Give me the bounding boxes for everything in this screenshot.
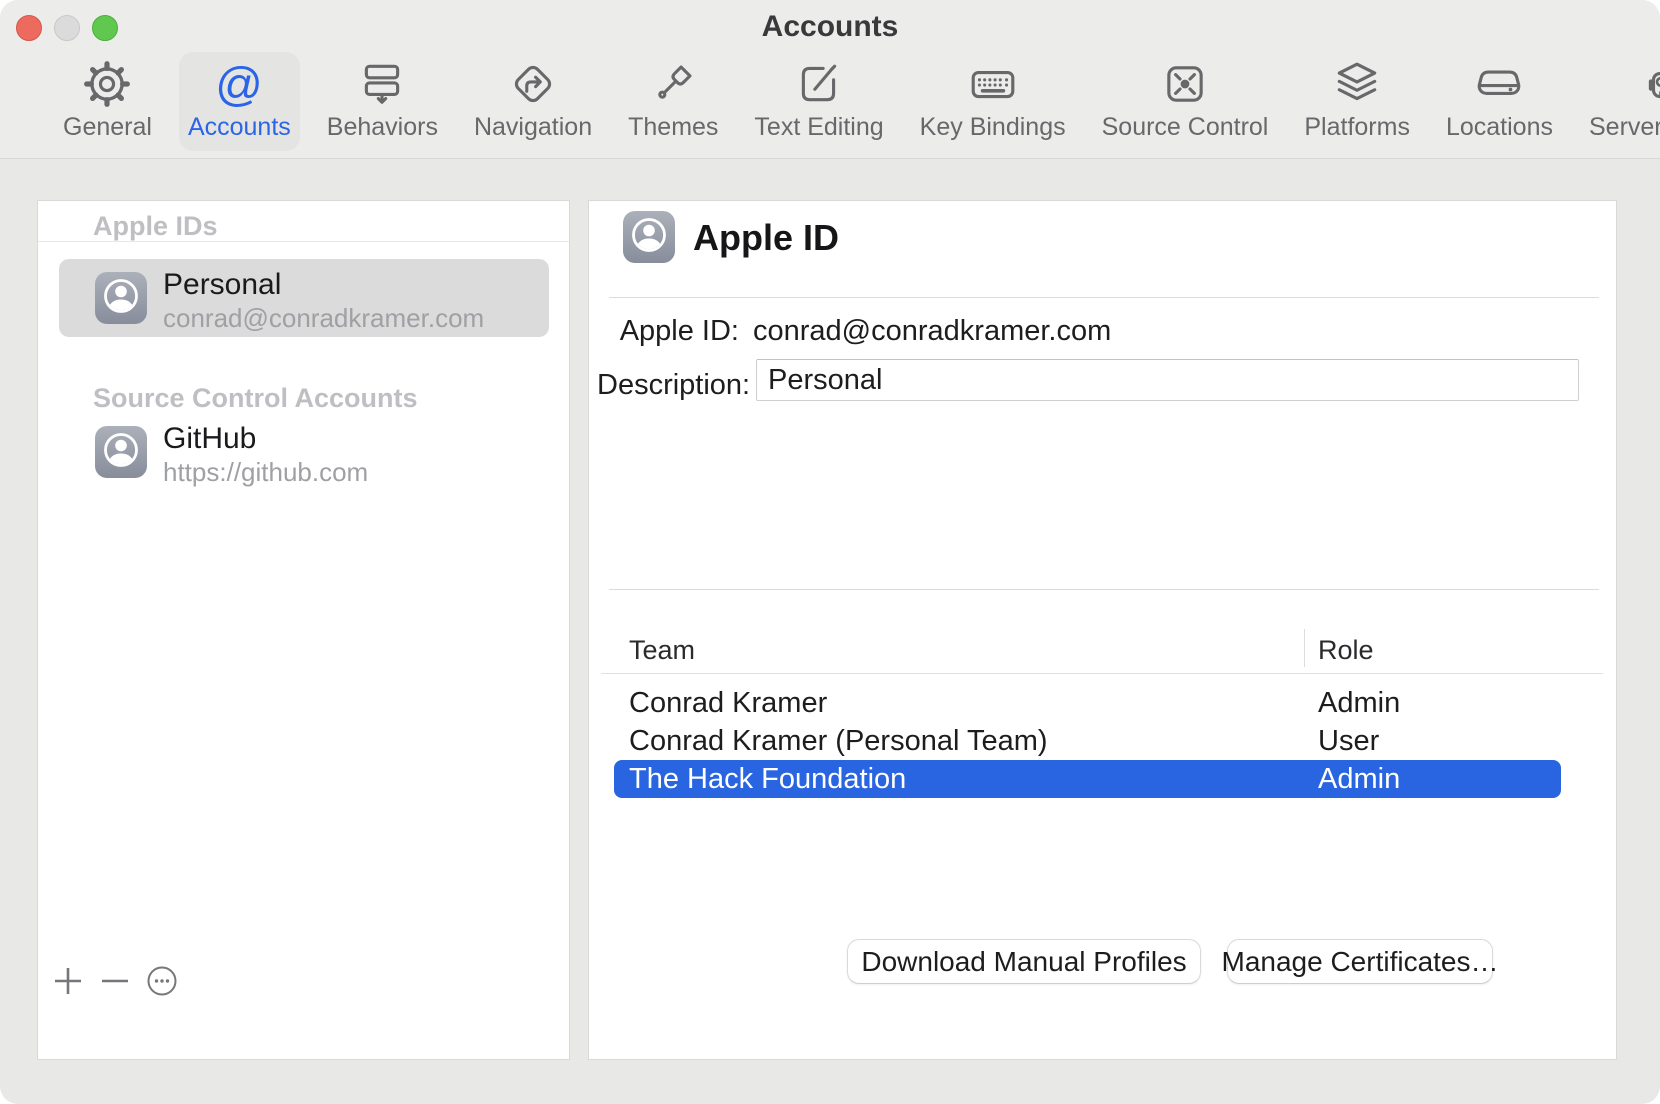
tab-label: Platforms (1304, 113, 1410, 142)
text-editing-icon (794, 59, 844, 109)
account-avatar-icon (95, 426, 147, 478)
source-control-icon (1160, 59, 1210, 109)
description-label: Description: (597, 369, 739, 402)
gear-icon (82, 59, 132, 109)
account-email: conrad@conradkramer.com (163, 303, 484, 334)
tab-label: Key Bindings (920, 113, 1066, 142)
role-cell: Admin (1318, 763, 1400, 796)
account-avatar-icon (95, 272, 147, 324)
apple-id-avatar-icon (623, 211, 675, 263)
xcode-settings-window: Accounts General (0, 0, 1660, 1104)
tab-accounts[interactable]: @ Accounts (179, 52, 300, 151)
divider (609, 297, 1599, 298)
layers-icon (1332, 59, 1382, 109)
accounts-sidebar: Apple IDs Personal conrad@conradkramer.c… (37, 200, 570, 1060)
tab-label: Accounts (188, 113, 291, 142)
column-header-role[interactable]: Role (1318, 635, 1374, 666)
tab-key-bindings[interactable]: Key Bindings (911, 52, 1075, 151)
tab-label: Themes (628, 113, 718, 142)
tab-server-bots[interactable]: Server & Bots (1580, 52, 1660, 151)
tab-label: Source Control (1102, 113, 1269, 142)
sidebar-actions (46, 959, 184, 1003)
drive-icon (1474, 59, 1524, 109)
account-name: GitHub (163, 422, 256, 456)
sidebar-section-apple-ids: Apple IDs (93, 211, 218, 242)
tab-label: Navigation (474, 113, 592, 142)
sidebar-section-source-control: Source Control Accounts (93, 383, 418, 414)
tab-source-control[interactable]: Source Control (1093, 52, 1278, 151)
settings-tab-bar: General @ Accounts Behaviors (54, 52, 1650, 151)
ellipsis-circle-icon (146, 965, 178, 997)
navigation-icon (508, 59, 558, 109)
more-options-button[interactable] (140, 959, 184, 1003)
account-name: Personal (163, 268, 281, 302)
tab-navigation[interactable]: Navigation (465, 52, 601, 151)
table-row-selected[interactable]: The Hack Foundation Admin (614, 760, 1561, 798)
column-separator (1304, 629, 1305, 667)
add-account-button[interactable] (46, 959, 90, 1003)
plus-icon (52, 965, 84, 997)
tab-label: General (63, 113, 152, 142)
minus-icon (99, 965, 131, 997)
download-manual-profiles-button[interactable]: Download Manual Profiles (847, 939, 1201, 984)
robot-icon (1641, 59, 1660, 109)
paintbrush-icon (648, 59, 698, 109)
account-url: https://github.com (163, 457, 368, 488)
tab-text-editing[interactable]: Text Editing (745, 52, 892, 151)
at-icon: @ (214, 59, 264, 109)
tab-general[interactable]: General (54, 52, 161, 151)
svg-text:@: @ (216, 59, 264, 109)
role-cell: User (1318, 725, 1379, 758)
tab-label: Locations (1446, 113, 1553, 142)
tab-label: Text Editing (754, 113, 883, 142)
team-cell: The Hack Foundation (629, 763, 906, 796)
tab-behaviors[interactable]: Behaviors (318, 52, 447, 151)
tab-platforms[interactable]: Platforms (1295, 52, 1419, 151)
tab-label: Server & Bots (1589, 113, 1660, 142)
column-header-team[interactable]: Team (629, 635, 695, 666)
sidebar-item-github[interactable]: GitHub https://github.com (59, 413, 549, 491)
description-field[interactable] (756, 359, 1579, 401)
apple-id-label: Apple ID: (597, 315, 739, 348)
table-header-divider (601, 673, 1603, 674)
role-cell: Admin (1318, 687, 1400, 720)
tab-locations[interactable]: Locations (1437, 52, 1562, 151)
divider (609, 589, 1599, 590)
apple-id-value: conrad@conradkramer.com (753, 315, 1111, 348)
window-title: Accounts (0, 10, 1660, 44)
table-row[interactable]: Conrad Kramer (Personal Team) User (614, 722, 1561, 760)
behaviors-icon (357, 59, 407, 109)
apple-id-detail-panel: Apple ID Apple ID: conrad@conradkramer.c… (588, 200, 1617, 1060)
keyboard-icon (968, 59, 1018, 109)
tab-label: Behaviors (327, 113, 438, 142)
team-cell: Conrad Kramer (Personal Team) (629, 725, 1048, 758)
detail-title: Apple ID (693, 217, 839, 259)
titlebar-toolbar: Accounts General (0, 0, 1660, 159)
remove-account-button[interactable] (93, 959, 137, 1003)
sidebar-item-personal-apple-id[interactable]: Personal conrad@conradkramer.com (59, 259, 549, 337)
tab-themes[interactable]: Themes (619, 52, 727, 151)
manage-certificates-button[interactable]: Manage Certificates… (1227, 939, 1493, 984)
sidebar-divider (38, 241, 569, 242)
team-cell: Conrad Kramer (629, 687, 827, 720)
table-row[interactable]: Conrad Kramer Admin (614, 684, 1561, 722)
